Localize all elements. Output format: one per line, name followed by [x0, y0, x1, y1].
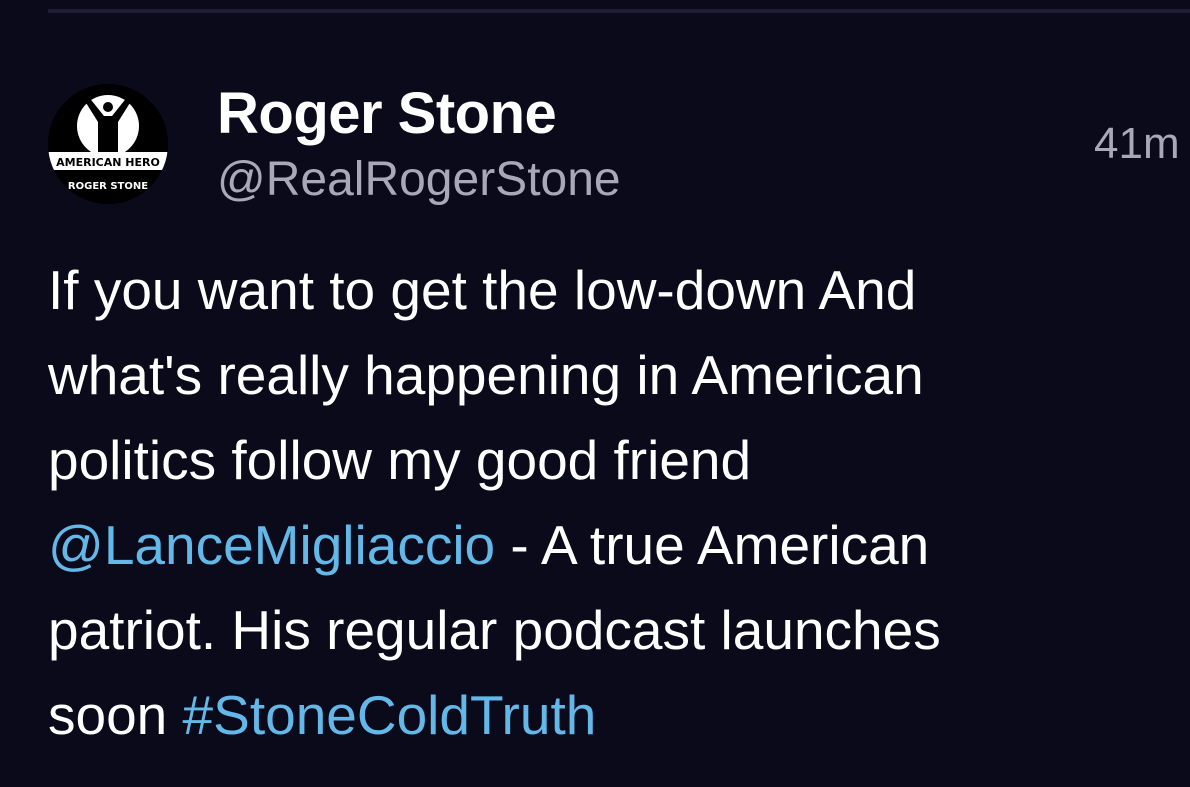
- author-display-name[interactable]: Roger Stone: [217, 82, 557, 146]
- post-text-line: politics follow my good friend: [48, 429, 752, 491]
- post-text-line: what's really happening in American: [48, 344, 924, 406]
- post-timestamp: 41m: [1094, 119, 1180, 168]
- post-text-line: patriot. His regular podcast launches: [48, 599, 941, 661]
- post-text-segment: soon: [48, 684, 183, 746]
- avatar-logo-text: AMERICAN HERO: [56, 156, 160, 169]
- post-text-line: soon #StoneColdTruth: [48, 673, 1178, 758]
- mention-link[interactable]: @LanceMigliaccio: [48, 514, 495, 576]
- post-view: AMERICAN HERO ROGER STONE Roger Stone @R…: [0, 0, 1190, 787]
- author-avatar[interactable]: AMERICAN HERO ROGER STONE: [48, 84, 168, 204]
- post-text-line: If you want to get the low-down And: [48, 259, 917, 321]
- hashtag-link[interactable]: #StoneColdTruth: [183, 684, 597, 746]
- avatar-logo-subtext: ROGER STONE: [68, 181, 148, 192]
- top-divider: [48, 9, 1190, 13]
- avatar-image: AMERICAN HERO ROGER STONE: [48, 84, 168, 204]
- post-text: If you want to get the low-down And what…: [48, 248, 1178, 758]
- post-text-line: @LanceMigliaccio - A true American: [48, 503, 1178, 588]
- author-handle[interactable]: @RealRogerStone: [217, 152, 621, 208]
- post-text-segment: - A true American: [495, 514, 930, 576]
